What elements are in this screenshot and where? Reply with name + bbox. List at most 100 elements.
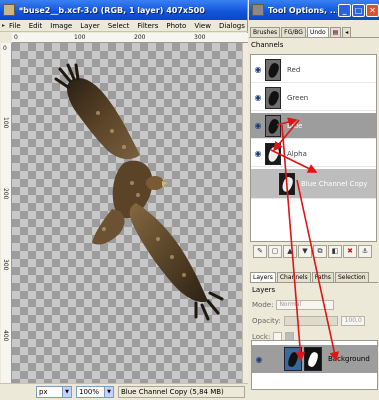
channel-thumbnail — [265, 58, 281, 81]
dock-title: Tool Options, ... — [268, 5, 337, 15]
eye-icon[interactable]: ◉ — [251, 121, 265, 130]
opacity-value[interactable]: 100,0 — [340, 316, 365, 326]
menu-layer[interactable]: Layer — [80, 22, 100, 30]
tab-channels[interactable]: Channels — [276, 272, 311, 282]
delete-channel-icon[interactable]: ✖ — [343, 245, 357, 258]
menu-view[interactable]: View — [194, 22, 211, 30]
tab-undo[interactable]: Undo — [306, 27, 329, 37]
hawk-wing-upper — [67, 78, 140, 160]
channel-thumbnail — [265, 142, 281, 165]
channel-row-blue-copy[interactable]: Blue Channel Copy — [251, 169, 376, 199]
hawk-head — [146, 176, 164, 190]
image-window-titlebar[interactable]: *buse2__b.xcf-3.0 (RGB, 1 layer) 407x500 — [0, 0, 247, 20]
ruler-label: 300 — [194, 34, 206, 41]
dock-resize-handle[interactable] — [250, 262, 378, 270]
horizontal-ruler[interactable]: 0 100 200 300 — [12, 33, 248, 43]
chevron-down-icon: ▼ — [104, 387, 113, 397]
unit-value: px — [39, 388, 48, 396]
channel-to-selection-icon[interactable]: ◧ — [328, 245, 342, 258]
mode-row: Mode: Normal — [250, 299, 377, 311]
channels-title: Channels — [251, 41, 284, 49]
channel-row-green[interactable]: ◉ Green — [251, 85, 376, 111]
channel-row-blue[interactable]: ◉ Blue — [251, 113, 376, 139]
menu-bar: ▸ File Edit Image Layer Select Filters P… — [0, 20, 248, 32]
lower-channel-icon[interactable]: ▼ — [298, 245, 312, 258]
dock-top-tabs: Brushes FG/BG Undo ▤ ◂ — [249, 27, 379, 38]
menu-dialogs[interactable]: Dialogs — [219, 22, 245, 30]
tab-selection[interactable]: Selection — [334, 272, 369, 282]
menu-edit[interactable]: Edit — [29, 22, 43, 30]
eye-icon[interactable]: ◉ — [251, 65, 265, 74]
layers-list: ◉ Background — [251, 340, 378, 390]
ruler-label: 100 — [74, 34, 86, 41]
dock-titlebar[interactable]: Tool Options, ... _ □ ✕ — [249, 0, 379, 20]
ruler-label: 0 — [14, 34, 18, 41]
menu-photo[interactable]: Photo — [166, 22, 186, 30]
status-message: Blue Channel Copy (5,84 MB) — [118, 386, 245, 398]
zoom-value: 100% — [79, 388, 100, 396]
opacity-label: Opacity: — [252, 317, 281, 325]
channels-list: ◉ Red ◉ Green ◉ Blue ◉ Alpha Blue Channe… — [250, 54, 377, 242]
ruler-label: 200 — [134, 34, 146, 41]
menu-filters[interactable]: Filters — [137, 22, 158, 30]
tab-layers[interactable]: Layers — [250, 272, 276, 282]
opacity-slider[interactable] — [283, 316, 338, 326]
tab-paths[interactable]: Paths — [311, 272, 334, 282]
tab-brushes[interactable]: Brushes — [250, 27, 281, 37]
vruler-label: 200 — [2, 188, 9, 200]
hawk-image — [54, 63, 224, 321]
layers-title: Layers — [252, 286, 276, 294]
maximize-button[interactable]: □ — [352, 3, 365, 17]
chevron-down-icon: ▼ — [62, 387, 71, 397]
layer-name: Background — [328, 355, 370, 363]
hawk-tail — [92, 209, 125, 245]
channel-row-alpha[interactable]: ◉ Alpha — [251, 141, 376, 167]
mode-select[interactable]: Normal — [276, 300, 335, 310]
channel-thumbnail — [279, 172, 295, 195]
menu-select[interactable]: Select — [108, 22, 130, 30]
anchor-icon[interactable]: ⚓ — [358, 245, 372, 258]
duplicate-channel-icon[interactable]: ⧉ — [313, 245, 327, 258]
layer-row-background[interactable]: ◉ Background — [252, 345, 377, 373]
eye-icon[interactable]: ◉ — [251, 149, 265, 158]
channel-name: Green — [287, 93, 309, 102]
layer-thumbnail — [284, 347, 302, 371]
menu-arrow-icon[interactable]: ▸ — [2, 21, 5, 30]
image-canvas[interactable] — [12, 43, 248, 383]
menu-image[interactable]: Image — [50, 22, 72, 30]
opacity-row: Opacity: 100,0 — [250, 315, 377, 327]
channel-thumbnail — [265, 86, 281, 109]
image-window-title: *buse2__b.xcf-3.0 (RGB, 1 layer) 407x500 — [19, 5, 205, 15]
channel-name: Alpha — [287, 149, 307, 158]
raise-channel-icon[interactable]: ▲ — [283, 245, 297, 258]
vruler-label: 300 — [2, 259, 9, 271]
eye-icon[interactable]: ◉ — [252, 355, 266, 364]
vruler-label: 100 — [2, 117, 9, 129]
minimize-button[interactable]: _ — [338, 3, 351, 17]
channel-name: Blue — [287, 121, 303, 130]
channel-name: Blue Channel Copy — [301, 179, 368, 188]
tab-palette-icon[interactable]: ▤ — [329, 27, 342, 37]
eye-icon[interactable]: ◉ — [251, 93, 265, 102]
vertical-ruler[interactable]: 0 100 200 300 400 — [1, 43, 12, 383]
channels-button-bar: ✎ ▢ ▲ ▼ ⧉ ◧ ✖ ⚓ — [251, 243, 374, 260]
menu-file[interactable]: File — [9, 22, 21, 30]
vruler-label: 400 — [2, 330, 9, 342]
vertical-scrollbar[interactable] — [242, 43, 248, 383]
tab-menu-icon[interactable]: ◂ — [342, 27, 352, 37]
new-channel-icon[interactable]: ▢ — [268, 245, 282, 258]
gimp-dock-icon — [252, 4, 264, 16]
unit-select[interactable]: px ▼ — [36, 386, 72, 398]
tab-fg-bg[interactable]: FG/BG — [281, 27, 306, 37]
hawk-beak — [162, 181, 168, 186]
close-button[interactable]: ✕ — [366, 3, 379, 17]
gimp-image-icon — [3, 4, 15, 16]
channel-thumbnail — [265, 114, 281, 137]
dock-bottom-tabs: Layers Channels Paths Selection — [250, 272, 378, 283]
zoom-select[interactable]: 100% ▼ — [76, 386, 114, 398]
hawk-wing-lower — [129, 203, 208, 303]
vruler-label: 0 — [3, 45, 7, 52]
edit-channel-icon[interactable]: ✎ — [253, 245, 267, 258]
status-bar: px ▼ 100% ▼ Blue Channel Copy (5,84 MB) — [0, 383, 248, 400]
channel-row-red[interactable]: ◉ Red — [251, 57, 376, 83]
